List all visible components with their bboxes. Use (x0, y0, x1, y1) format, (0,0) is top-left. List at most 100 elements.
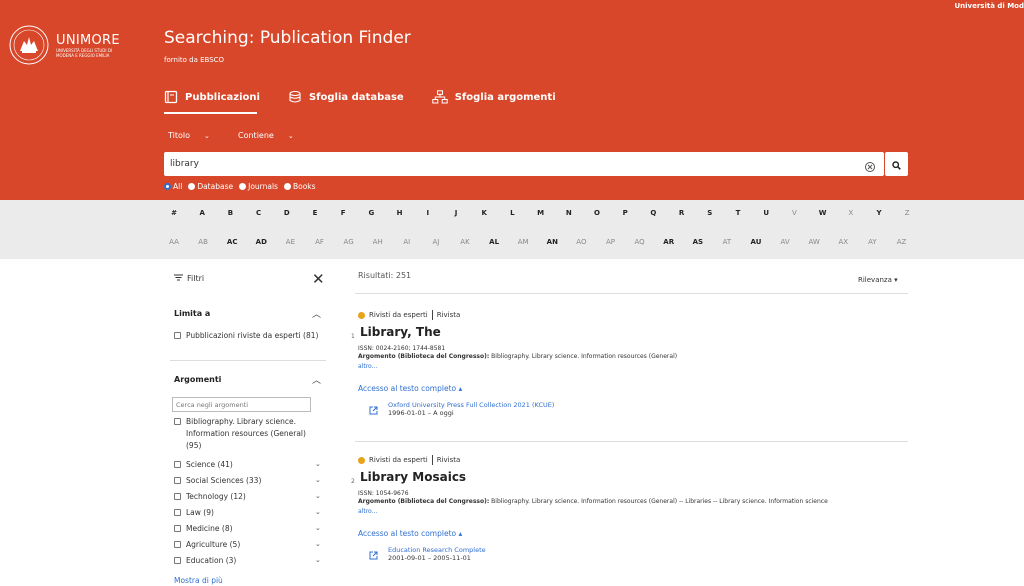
checkbox[interactable] (174, 493, 181, 500)
tab-sfoglia-argomenti[interactable]: Sfoglia argomenti (432, 88, 556, 106)
external-link-icon[interactable] (369, 545, 378, 560)
alphabet-letter[interactable]: B (228, 209, 233, 217)
alphabet-letter[interactable]: AN (547, 238, 558, 246)
argomenti-item[interactable]: Agriculture (5) (174, 539, 240, 551)
alphabet-letter[interactable]: AW (809, 238, 820, 246)
full-text-access-toggle[interactable]: Accesso al testo completo ▴ (358, 384, 462, 393)
alphabet-letter[interactable]: AD (256, 238, 267, 246)
alphabet-letter[interactable]: AK (460, 238, 469, 246)
argomenti-item[interactable]: Science (41) (174, 459, 233, 471)
alphabet-letter[interactable]: AP (606, 238, 615, 246)
argomenti-item[interactable]: Education (3) (174, 555, 236, 567)
more-link[interactable]: altro... (358, 363, 377, 370)
alphabet-letter[interactable]: AG (344, 238, 354, 246)
alphabet-letter[interactable]: O (594, 209, 600, 217)
alphabet-letter[interactable]: AH (373, 238, 383, 246)
alphabet-letter[interactable]: AU (751, 238, 762, 246)
alphabet-letter[interactable]: E (313, 209, 318, 217)
chevron-down-icon[interactable]: ⌄ (315, 492, 321, 500)
alphabet-letter[interactable]: AR (663, 238, 674, 246)
alphabet-letter[interactable]: AV (781, 238, 790, 246)
search-input[interactable] (170, 156, 850, 172)
radio-all[interactable]: All (164, 182, 182, 191)
alphabet-letter[interactable]: AX (839, 238, 849, 246)
checkbox[interactable] (174, 541, 181, 548)
alphabet-letter[interactable]: F (341, 209, 346, 217)
tab-sfoglia-database[interactable]: Sfoglia database (288, 88, 404, 106)
show-more-link[interactable]: Mostra di più (174, 576, 223, 585)
result-title[interactable]: Library, The (360, 325, 441, 339)
alphabet-letter[interactable]: Q (650, 209, 656, 217)
checkbox[interactable] (174, 525, 181, 532)
alphabet-letter[interactable]: A (199, 209, 204, 217)
chevron-down-icon[interactable]: ⌄ (315, 508, 321, 516)
alphabet-letter[interactable]: K (481, 209, 486, 217)
argomenti-item[interactable]: Medicine (8) (174, 523, 233, 535)
alphabet-letter[interactable]: G (369, 209, 375, 217)
field-select[interactable]: Titolo ⌄ (168, 131, 238, 140)
chevron-up-icon[interactable]: ︿ (312, 307, 321, 320)
alphabet-letter[interactable]: AS (693, 238, 703, 246)
alphabet-letter[interactable]: D (284, 209, 290, 217)
alphabet-letter[interactable]: I (426, 209, 429, 217)
alphabet-letter[interactable]: AA (169, 238, 179, 246)
chevron-up-icon[interactable]: ︿ (312, 373, 321, 386)
tab-pubblicazioni[interactable]: Pubblicazioni (164, 88, 260, 106)
chevron-down-icon[interactable]: ⌄ (315, 524, 321, 532)
alphabet-letter[interactable]: AC (227, 238, 238, 246)
alphabet-letter[interactable]: Y (876, 209, 881, 217)
alphabet-letter[interactable]: AQ (635, 238, 645, 246)
alphabet-letter[interactable]: AI (403, 238, 410, 246)
checkbox[interactable] (174, 332, 181, 339)
alphabet-letter[interactable]: AZ (897, 238, 907, 246)
checkbox[interactable] (174, 461, 181, 468)
alphabet-letter[interactable]: M (537, 209, 544, 217)
alphabet-letter[interactable]: AJ (432, 238, 439, 246)
alphabet-letter[interactable]: S (707, 209, 712, 217)
argomenti-item[interactable]: Law (9) (174, 507, 214, 519)
alphabet-letter[interactable]: V (792, 209, 797, 217)
argomenti-item[interactable]: Social Sciences (33) (174, 475, 261, 487)
alphabet-letter[interactable]: H (397, 209, 403, 217)
alphabet-letter[interactable]: T (736, 209, 741, 217)
alphabet-letter[interactable]: AE (286, 238, 295, 246)
alphabet-letter[interactable]: X (848, 209, 853, 217)
chevron-down-icon[interactable]: ⌄ (315, 460, 321, 468)
full-text-source-link[interactable]: Education Research Complete (388, 546, 486, 554)
checkbox[interactable] (174, 418, 181, 425)
search-button[interactable] (885, 152, 908, 176)
close-icon[interactable]: ✕ (312, 270, 325, 288)
alphabet-letter[interactable]: C (256, 209, 261, 217)
checkbox[interactable] (174, 509, 181, 516)
alphabet-letter[interactable]: P (623, 209, 628, 217)
alphabet-letter[interactable]: AM (518, 238, 529, 246)
limita-item[interactable]: Pubblicazioni riviste da esperti (81) (174, 330, 318, 342)
checkbox[interactable] (174, 557, 181, 564)
radio-books[interactable]: Books (283, 182, 316, 191)
alphabet-letter[interactable]: U (763, 209, 769, 217)
argomenti-item[interactable]: Bibliography. Library science. Informati… (174, 416, 310, 452)
match-select[interactable]: Contiene ⌄ (238, 131, 294, 140)
alphabet-letter[interactable]: AO (576, 238, 586, 246)
alphabet-letter[interactable]: AB (198, 238, 208, 246)
chevron-down-icon[interactable]: ⌄ (315, 476, 321, 484)
radio-database[interactable]: Database (188, 182, 233, 191)
alphabet-letter[interactable]: # (171, 209, 177, 217)
alphabet-letter[interactable]: Z (905, 209, 910, 217)
result-title[interactable]: Library Mosaics (360, 470, 466, 484)
alphabet-letter[interactable]: R (679, 209, 684, 217)
alphabet-letter[interactable]: AF (315, 238, 324, 246)
unimore-logo-icon[interactable] (8, 24, 50, 66)
chevron-down-icon[interactable]: ⌄ (315, 540, 321, 548)
full-text-source-link[interactable]: Oxford University Press Full Collection … (388, 401, 554, 409)
alphabet-letter[interactable]: AT (723, 238, 732, 246)
alphabet-letter[interactable]: AL (489, 238, 499, 246)
argomenti-search-input[interactable] (172, 397, 311, 412)
radio-journals[interactable]: Journals (239, 182, 278, 191)
alphabet-letter[interactable]: L (510, 209, 514, 217)
argomenti-item[interactable]: Technology (12) (174, 491, 246, 503)
clear-icon[interactable] (864, 158, 876, 172)
alphabet-letter[interactable]: N (566, 209, 572, 217)
sort-select[interactable]: Rilevanza ▾ (858, 276, 898, 284)
external-link-icon[interactable] (369, 400, 378, 415)
